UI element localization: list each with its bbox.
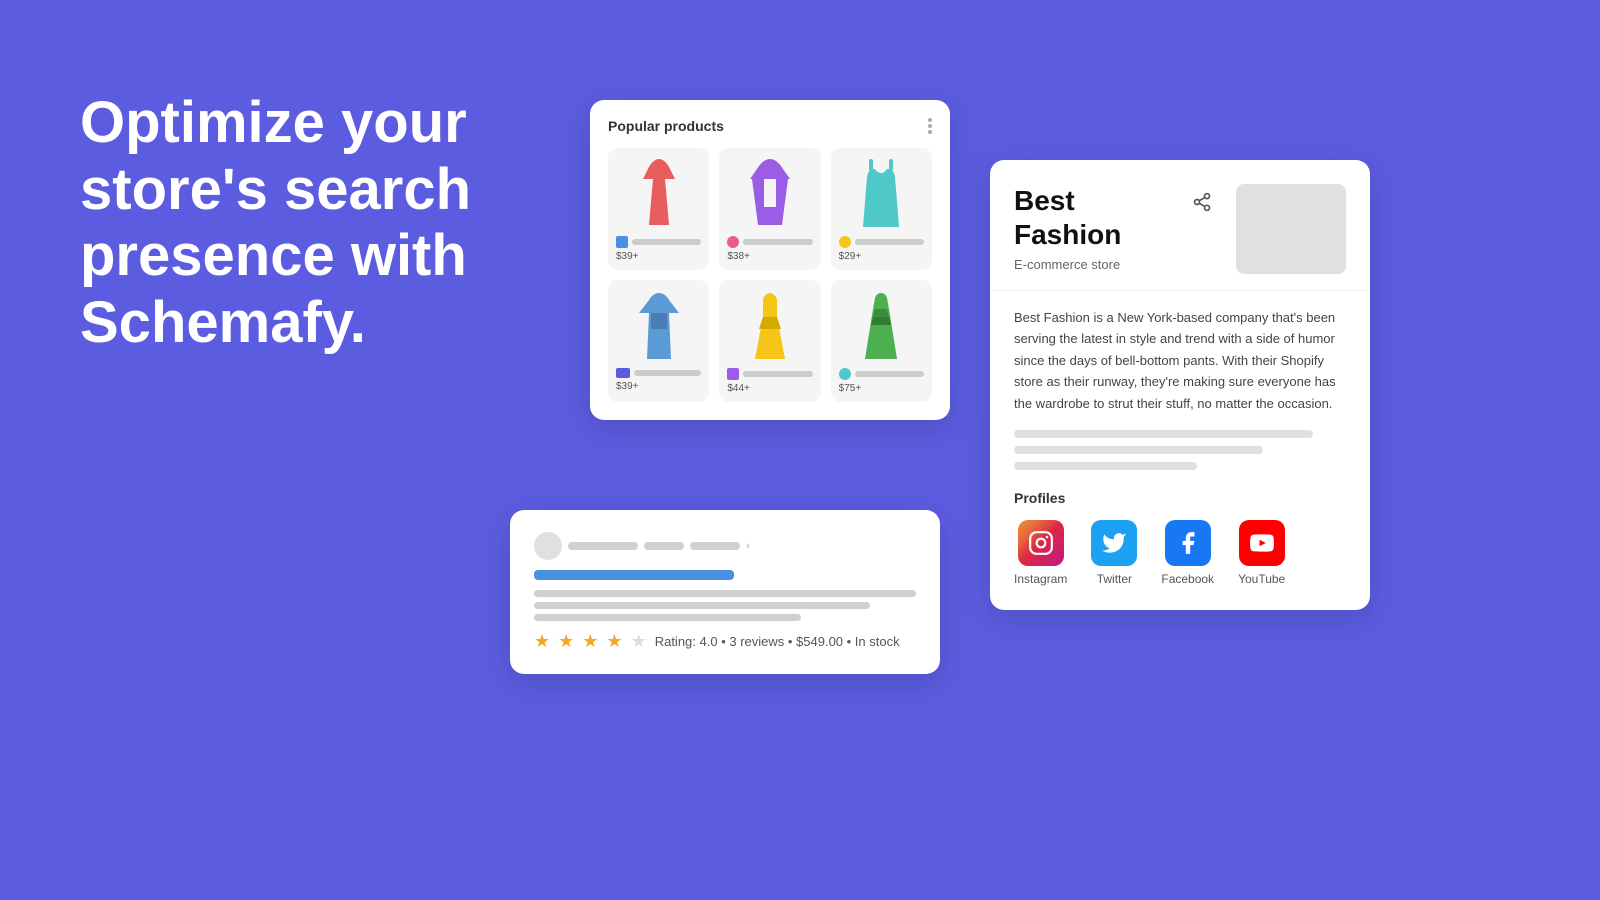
search-url-row: › bbox=[534, 532, 916, 560]
url-bar-2 bbox=[644, 542, 684, 550]
url-arrow: › bbox=[746, 540, 750, 552]
product-price: $39+ bbox=[616, 251, 701, 262]
product-price: $39+ bbox=[616, 381, 701, 392]
twitter-profile[interactable]: Twitter bbox=[1091, 520, 1137, 586]
url-bar-3 bbox=[690, 542, 740, 550]
product-price: $38+ bbox=[727, 251, 812, 262]
product-price: $29+ bbox=[839, 251, 924, 262]
hero-headline: Optimize your store's search presence wi… bbox=[80, 90, 560, 357]
placeholder-bars bbox=[990, 430, 1370, 470]
search-meta-text: Rating: 4.0 • 3 reviews • $549.00 • In s… bbox=[655, 634, 900, 649]
profiles-icons: Instagram Twitter Facebook bbox=[1014, 520, 1346, 586]
search-result-card: › ★ ★ ★ ★ ★ Rating: 4.0 • 3 reviews • $5… bbox=[510, 510, 940, 674]
business-type: E-commerce store bbox=[1014, 257, 1184, 272]
site-favicon bbox=[534, 532, 562, 560]
product-meta: $38+ bbox=[727, 236, 812, 262]
facebook-icon bbox=[1165, 520, 1211, 566]
instagram-profile[interactable]: Instagram bbox=[1014, 520, 1067, 586]
product-meta: $39+ bbox=[616, 368, 701, 392]
business-name: Best Fashion bbox=[1014, 184, 1184, 251]
product-price: $75+ bbox=[839, 383, 924, 394]
product-image bbox=[851, 158, 911, 228]
search-title-bar bbox=[534, 570, 734, 580]
twitter-icon bbox=[1091, 520, 1137, 566]
star-5-empty: ★ bbox=[631, 631, 647, 652]
product-image bbox=[740, 290, 800, 360]
star-3: ★ bbox=[582, 631, 598, 652]
product-price: $44+ bbox=[727, 383, 812, 394]
business-info: Best Fashion E-commerce store bbox=[1014, 184, 1184, 274]
profiles-title: Profiles bbox=[1014, 490, 1346, 506]
product-item[interactable]: $38+ bbox=[719, 148, 820, 270]
youtube-icon bbox=[1239, 520, 1285, 566]
twitter-label: Twitter bbox=[1097, 572, 1132, 586]
facebook-profile[interactable]: Facebook bbox=[1161, 520, 1214, 586]
facebook-label: Facebook bbox=[1161, 572, 1214, 586]
star-4: ★ bbox=[606, 631, 622, 652]
instagram-icon bbox=[1018, 520, 1064, 566]
product-meta: $75+ bbox=[839, 368, 924, 394]
search-meta-row: ★ ★ ★ ★ ★ Rating: 4.0 • 3 reviews • $549… bbox=[534, 631, 916, 652]
placeholder-bar-3 bbox=[1014, 462, 1197, 470]
placeholder-bar-2 bbox=[1014, 446, 1263, 454]
business-card-top: Best Fashion E-commerce store bbox=[990, 160, 1370, 274]
products-card: Popular products $39+ bbox=[590, 100, 950, 420]
url-text-group: › bbox=[568, 540, 750, 552]
business-description: Best Fashion is a New York-based company… bbox=[990, 307, 1370, 414]
youtube-profile[interactable]: YouTube bbox=[1238, 520, 1285, 586]
product-image bbox=[740, 158, 800, 228]
product-image bbox=[851, 290, 911, 360]
instagram-label: Instagram bbox=[1014, 572, 1067, 586]
more-options-icon[interactable] bbox=[928, 118, 932, 134]
desc-bar-1 bbox=[534, 590, 916, 597]
star-2: ★ bbox=[558, 631, 574, 652]
url-bar-1 bbox=[568, 542, 638, 550]
product-item[interactable]: $39+ bbox=[608, 148, 709, 270]
product-meta: $39+ bbox=[616, 236, 701, 262]
profiles-section: Profiles Instagram Twitt bbox=[990, 490, 1370, 586]
products-grid: $39+ $38+ bbox=[608, 148, 932, 402]
desc-bar-2 bbox=[534, 602, 870, 609]
product-item[interactable]: $29+ bbox=[831, 148, 932, 270]
products-card-title: Popular products bbox=[608, 118, 724, 134]
product-item[interactable]: $75+ bbox=[831, 280, 932, 402]
search-desc-bars bbox=[534, 590, 916, 621]
hero-section: Optimize your store's search presence wi… bbox=[80, 90, 560, 357]
product-item[interactable]: $39+ bbox=[608, 280, 709, 402]
product-item[interactable]: $44+ bbox=[719, 280, 820, 402]
share-button[interactable] bbox=[1184, 184, 1220, 220]
card-divider bbox=[990, 290, 1370, 291]
placeholder-bar-1 bbox=[1014, 430, 1313, 438]
business-image bbox=[1236, 184, 1346, 274]
product-image bbox=[629, 290, 689, 360]
product-meta: $44+ bbox=[727, 368, 812, 394]
product-image bbox=[629, 158, 689, 228]
youtube-label: YouTube bbox=[1238, 572, 1285, 586]
desc-bar-3 bbox=[534, 614, 801, 621]
business-card: Best Fashion E-commerce store Best Fashi… bbox=[990, 160, 1370, 610]
star-1: ★ bbox=[534, 631, 550, 652]
products-card-header: Popular products bbox=[608, 118, 932, 134]
product-meta: $29+ bbox=[839, 236, 924, 262]
